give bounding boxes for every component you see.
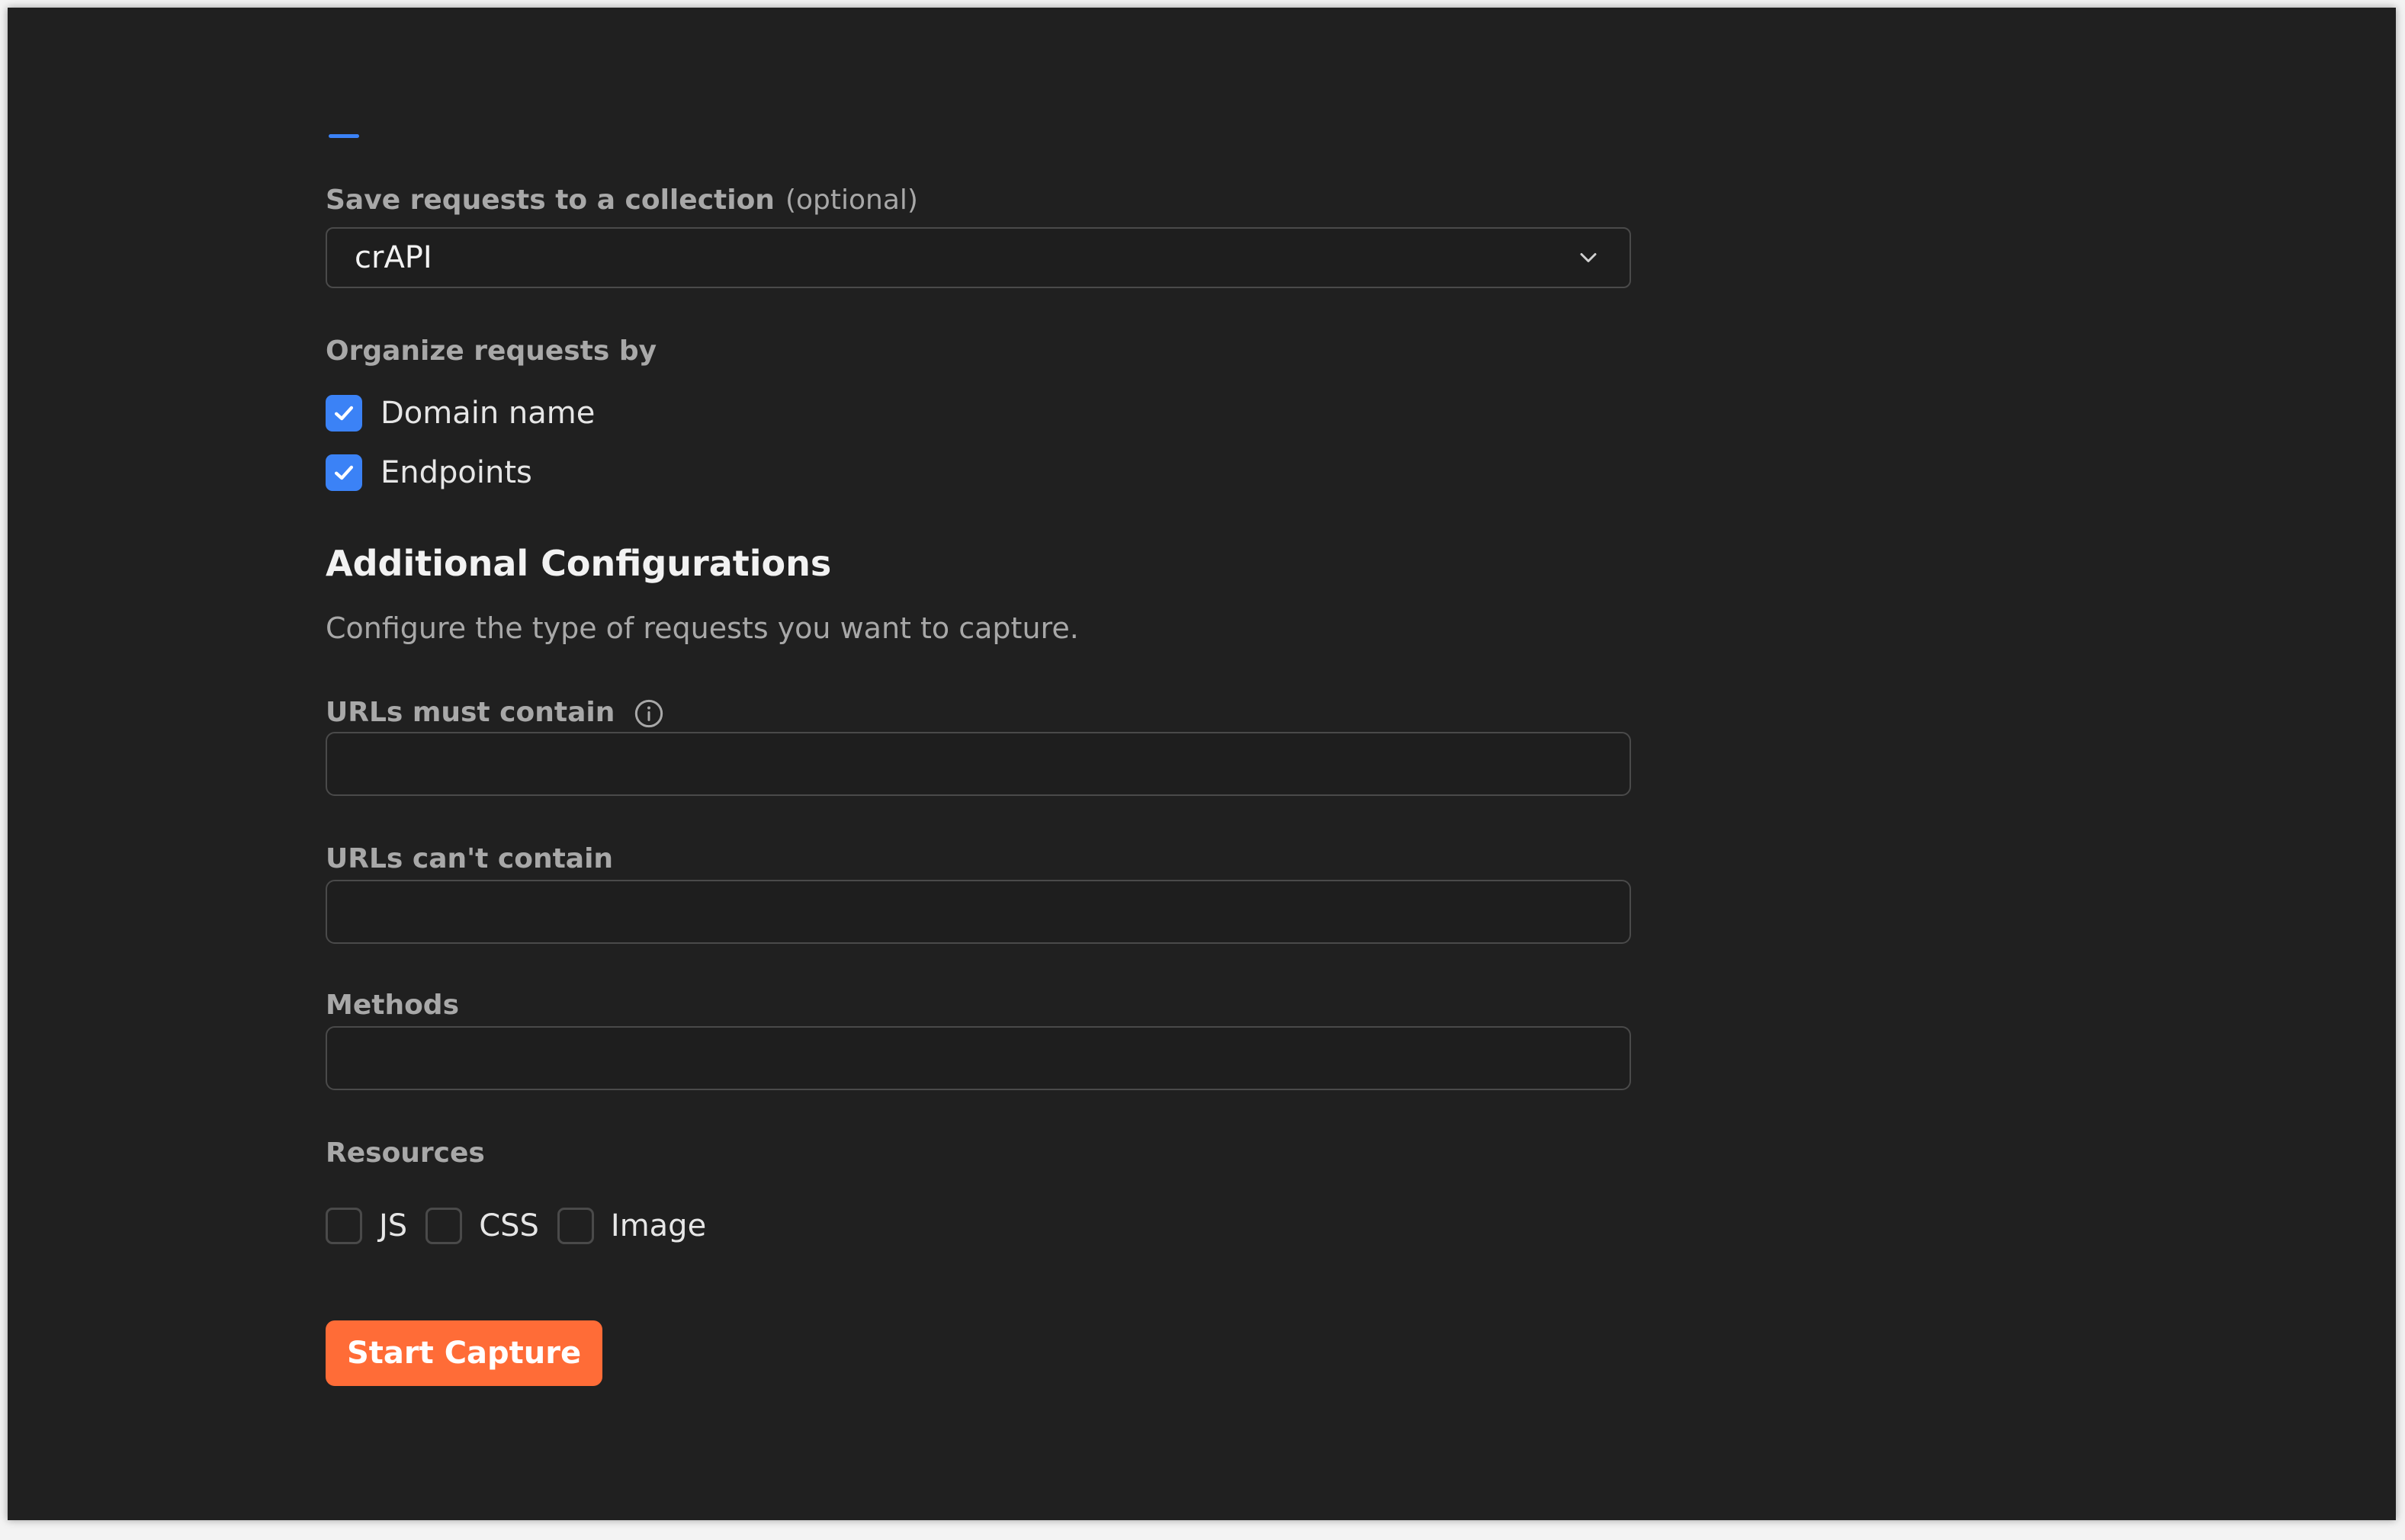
organize-label: Organize requests by (326, 335, 657, 367)
image-checkbox[interactable] (557, 1208, 594, 1244)
info-icon[interactable] (634, 698, 664, 729)
css-label: CSS (479, 1208, 539, 1243)
additional-configurations-description: Configure the type of requests you want … (326, 611, 1079, 645)
css-checkbox[interactable] (425, 1208, 463, 1244)
active-tab-indicator (329, 134, 359, 138)
methods-label: Methods (326, 990, 460, 1021)
additional-configurations-title: Additional Configurations (326, 543, 832, 584)
domain-name-checkbox[interactable] (326, 395, 362, 432)
urls-cant-contain-label: URLs can't contain (326, 843, 614, 874)
organize-option-endpoints[interactable]: Endpoints (326, 454, 532, 491)
capture-form: Save requests to a collection (optional) … (318, 8, 1637, 1520)
organize-option-domain-name[interactable]: Domain name (326, 395, 595, 432)
chevron-down-icon (1580, 253, 1597, 262)
collection-label: Save requests to a collection (optional) (326, 184, 918, 216)
urls-must-contain-label-text: URLs must contain (326, 697, 615, 728)
start-capture-button[interactable]: Start Capture (326, 1320, 603, 1386)
methods-input[interactable] (326, 1026, 1631, 1090)
checkmark-icon (334, 465, 354, 480)
image-label: Image (610, 1208, 707, 1243)
checkmark-icon (334, 406, 354, 421)
collection-label-text: Save requests to a collection (326, 184, 775, 216)
collection-select[interactable]: crAPI (326, 227, 1631, 288)
endpoints-label: Endpoints (380, 455, 532, 490)
capture-settings-panel: Save requests to a collection (optional) … (8, 8, 2396, 1520)
urls-cant-contain-input[interactable] (326, 880, 1631, 944)
resource-option-js[interactable]: JS (326, 1208, 407, 1244)
domain-name-label: Domain name (380, 396, 596, 431)
optional-text: (optional) (785, 184, 918, 216)
js-label: JS (379, 1208, 408, 1243)
resources-options: JS CSS Image (326, 1208, 724, 1244)
urls-must-contain-label: URLs must contain (326, 697, 664, 729)
urls-must-contain-input[interactable] (326, 732, 1631, 796)
resources-label: Resources (326, 1137, 485, 1169)
collection-select-value: crAPI (355, 240, 432, 275)
resource-option-image[interactable]: Image (557, 1208, 706, 1244)
endpoints-checkbox[interactable] (326, 454, 362, 491)
js-checkbox[interactable] (326, 1208, 362, 1244)
resource-option-css[interactable]: CSS (425, 1208, 539, 1244)
